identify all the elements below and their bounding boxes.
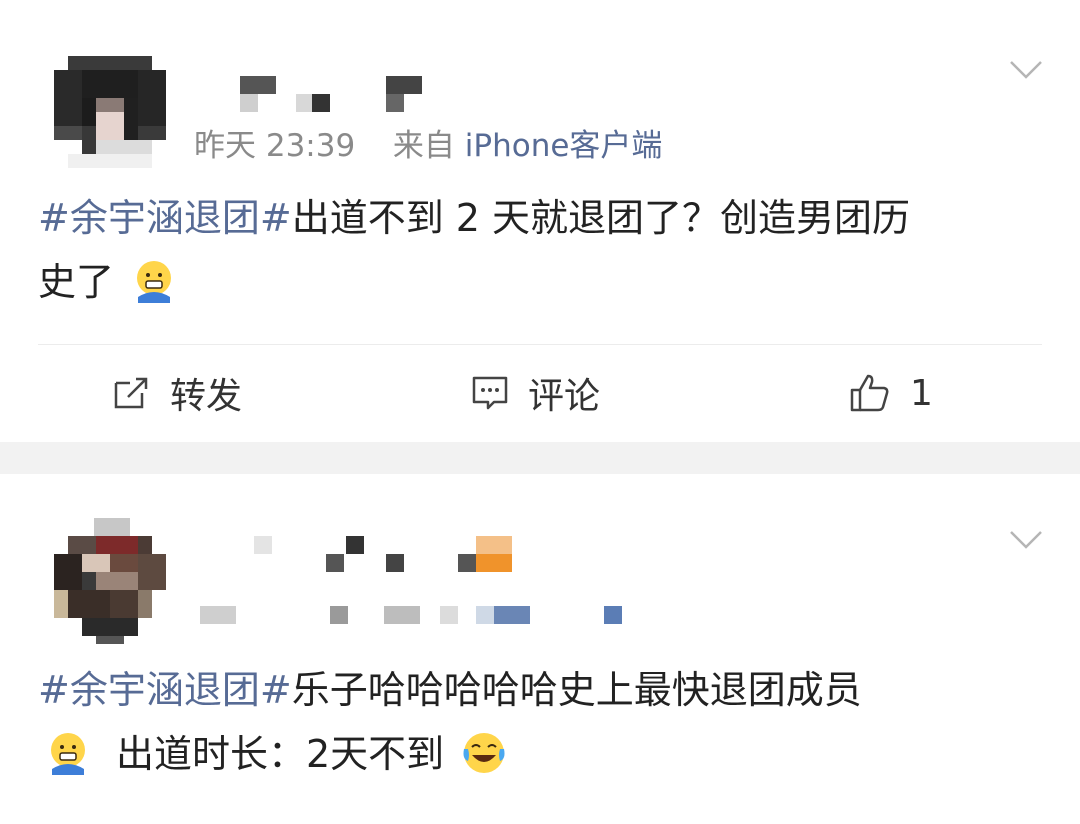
post-text-line1: 乐子哈哈哈哈哈史上最快退团成员 xyxy=(291,668,862,712)
weibo-post-2: #余宇涵退团#乐子哈哈哈哈哈史上最快退团成员 出道时长：2天不到 xyxy=(0,474,1080,824)
thumbs-up-icon xyxy=(850,374,889,412)
post-text-line2: 史了 xyxy=(38,260,115,304)
source-prefix: 来自 xyxy=(392,128,455,164)
post-source[interactable]: iPhone客户端 xyxy=(465,128,663,164)
repost-button[interactable]: 转发 xyxy=(112,371,242,417)
like-count: 1 xyxy=(910,372,933,414)
smile-face-icon xyxy=(137,260,172,303)
post-separator xyxy=(0,442,1080,474)
post-content: #余宇涵退团#乐子哈哈哈哈哈史上最快退团成员 出道时长：2天不到 xyxy=(38,658,1038,786)
avatar[interactable] xyxy=(54,56,166,168)
chevron-down-icon[interactable] xyxy=(1009,530,1043,550)
smile-face-icon xyxy=(51,732,85,775)
username-blurred[interactable] xyxy=(240,76,440,116)
meta-blurred xyxy=(200,606,630,626)
post-content: #余宇涵退团#出道不到 2 天就退团了？创造男团历 史了 xyxy=(38,186,1038,314)
repost-label: 转发 xyxy=(170,376,243,417)
comment-icon xyxy=(472,376,508,410)
username-blurred[interactable] xyxy=(254,532,524,572)
post-text-line2: 出道时长：2天不到 xyxy=(116,732,445,776)
avatar[interactable] xyxy=(54,518,166,644)
post-time: 昨天 23:39 xyxy=(194,128,356,164)
repost-icon xyxy=(114,377,148,409)
post-meta: 昨天 23:39 来自 iPhone客户端 xyxy=(194,120,662,165)
divider xyxy=(38,344,1042,345)
weibo-post-1: 昨天 23:39 来自 iPhone客户端 #余宇涵退团#出道不到 2 天就退团… xyxy=(0,0,1080,442)
laughing-tears-icon xyxy=(463,732,505,773)
post-text-line1: 出道不到 2 天就退团了？创造男团历 xyxy=(291,196,911,240)
hashtag[interactable]: #余宇涵退团# xyxy=(38,668,292,712)
chevron-down-icon[interactable] xyxy=(1009,60,1043,80)
like-button[interactable]: 1 xyxy=(848,371,933,415)
hashtag[interactable]: #余宇涵退团# xyxy=(38,196,292,240)
comment-label: 评论 xyxy=(528,376,601,417)
comment-button[interactable]: 评论 xyxy=(470,371,600,417)
